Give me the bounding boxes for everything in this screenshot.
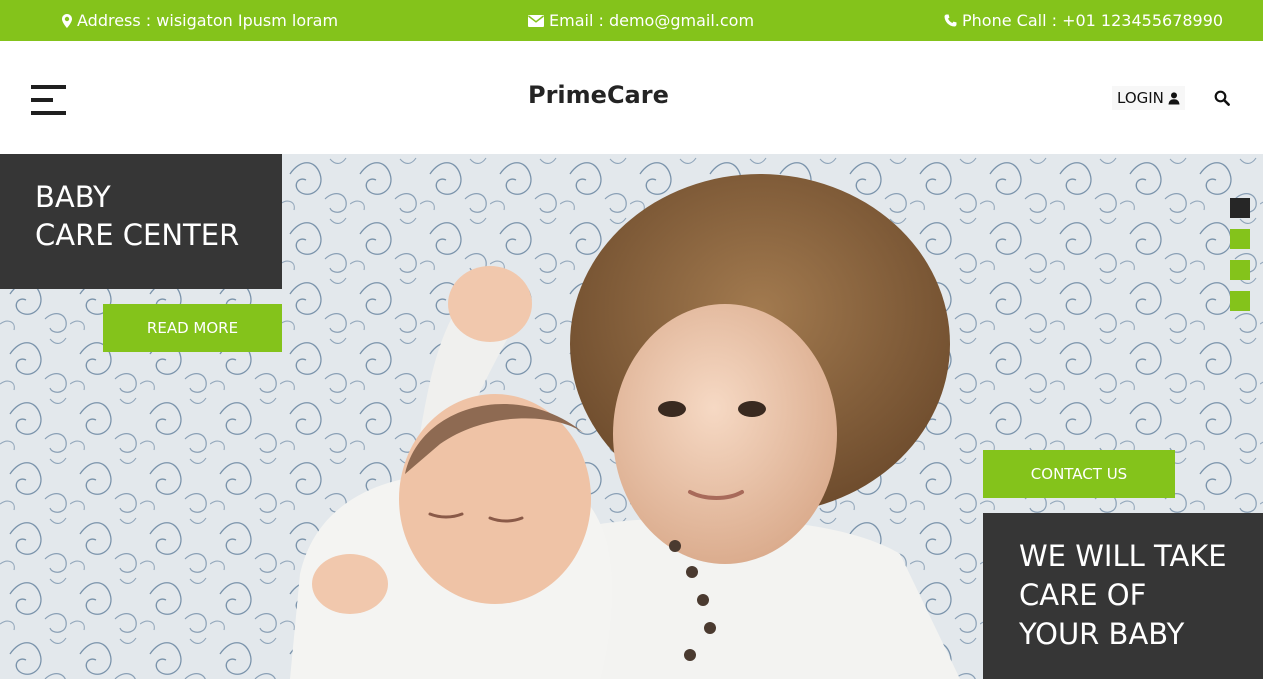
login-button[interactable]: LOGIN	[1112, 86, 1185, 110]
slider-dot[interactable]	[1230, 260, 1250, 280]
menu-bar	[31, 111, 66, 115]
menu-bar	[31, 98, 53, 102]
address-info: Address : wisigaton Ipusm loram	[62, 0, 338, 41]
phone-icon	[944, 14, 957, 27]
caption-right-line-2: CARE OF	[1019, 578, 1147, 612]
read-more-button[interactable]: READ MORE	[103, 304, 282, 352]
site-header: PrimeCare LOGIN	[0, 41, 1263, 154]
hero-caption-right: WE WILL TAKE CARE OF YOUR BABY	[983, 513, 1263, 679]
site-logo-text[interactable]: PrimeCare	[528, 81, 669, 109]
menu-bar	[31, 85, 66, 89]
email-text[interactable]: Email : demo@gmail.com	[549, 11, 754, 30]
hero-caption-left: BABY CARE CENTER	[0, 154, 282, 289]
caption-left-line-1: BABY	[35, 180, 111, 214]
contact-us-button[interactable]: CONTACT US	[983, 450, 1175, 498]
hero-slider: BABY CARE CENTER READ MORE CONTACT US WE…	[0, 154, 1263, 679]
user-icon	[1168, 91, 1180, 104]
address-text: Address : wisigaton Ipusm loram	[77, 11, 339, 30]
phone-info: Phone Call : +01 123455678990	[944, 0, 1223, 41]
slider-dot[interactable]	[1230, 198, 1250, 218]
slider-dot[interactable]	[1230, 229, 1250, 249]
map-marker-icon	[62, 13, 72, 28]
slider-dot[interactable]	[1230, 291, 1250, 311]
email-info: Email : demo@gmail.com	[528, 0, 754, 41]
top-info-bar: Address : wisigaton Ipusm loram Email : …	[0, 0, 1263, 41]
phone-text[interactable]: Phone Call : +01 123455678990	[962, 11, 1223, 30]
login-label: LOGIN	[1117, 89, 1164, 107]
hamburger-menu-icon[interactable]	[31, 85, 67, 115]
envelope-icon	[528, 14, 544, 27]
search-icon[interactable]	[1214, 90, 1230, 106]
caption-right-line-3: YOUR BABY	[1019, 617, 1185, 651]
caption-left-line-2: CARE CENTER	[35, 218, 240, 252]
caption-right-line-1: WE WILL TAKE	[1019, 539, 1227, 573]
